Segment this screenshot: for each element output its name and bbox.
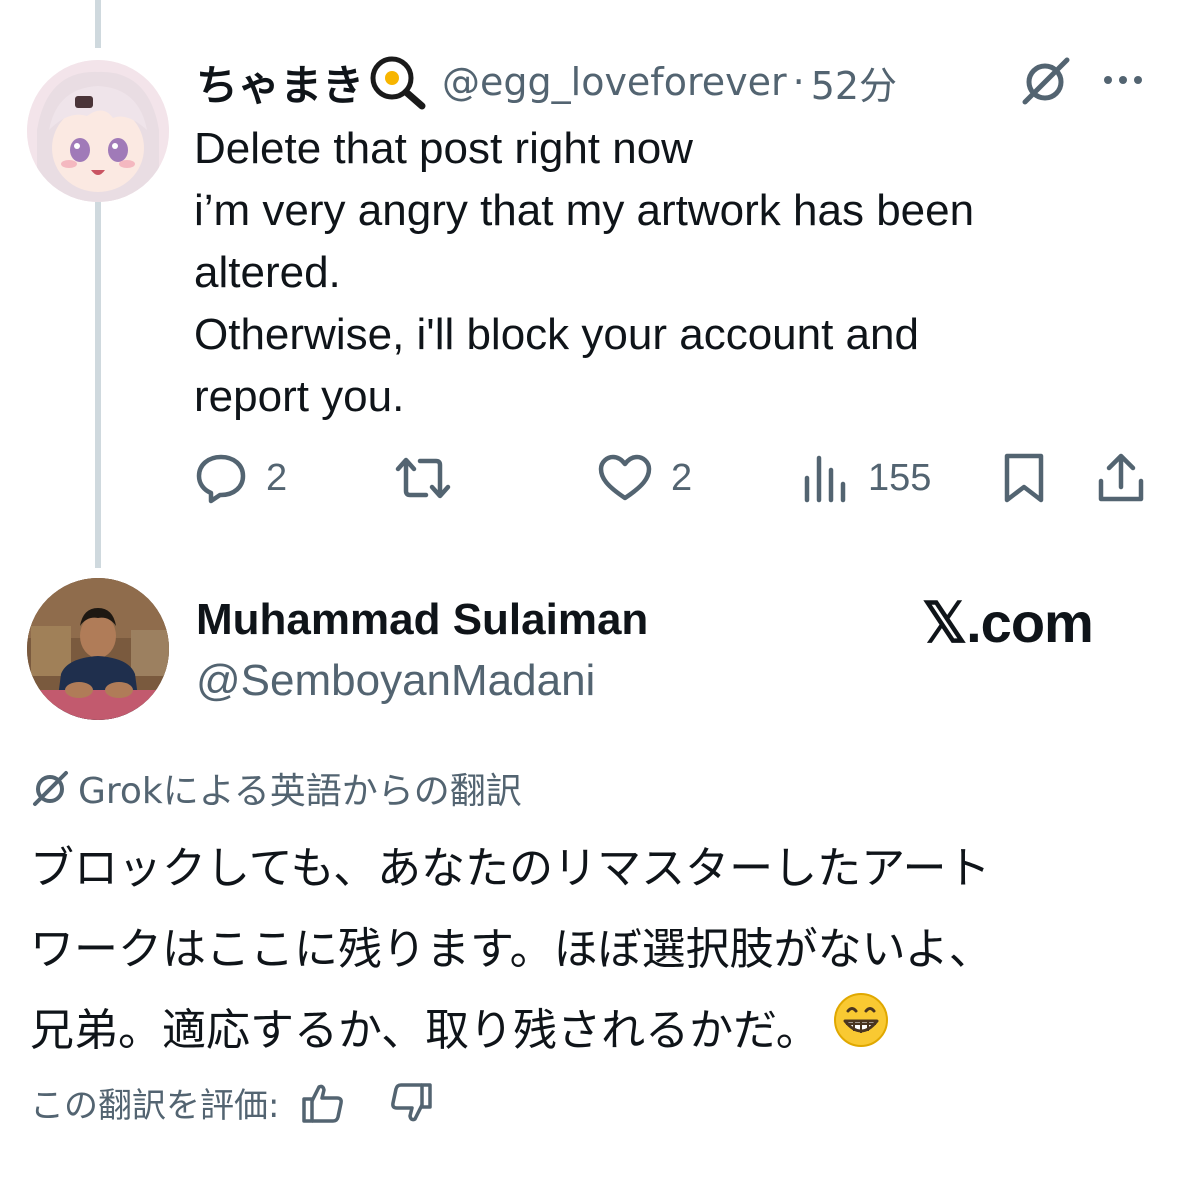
grok-icon [33,771,68,806]
reply-display-name[interactable]: ちゃまき [196,52,364,113]
share-icon [1098,453,1144,502]
share-button[interactable] [1096,440,1146,516]
reply-timestamp[interactable]: 52分 [811,55,897,110]
bookmark-icon [1004,453,1044,503]
reply-text-line: altered. [194,248,341,297]
analytics-icon [804,455,846,503]
grok-translation-label: Grokによる英語からの翻訳 [30,762,522,814]
comment-icon [196,454,246,504]
reply-avatar[interactable] [27,60,169,202]
bookmark-button[interactable] [1000,440,1048,516]
rate-translation: この翻訳を評価: [30,1078,433,1127]
reply-count: 2 [266,456,288,499]
main-display-name[interactable]: Muhammad Sulaiman [196,595,648,645]
repost-icon [395,457,451,499]
reply-text-line: report you. [194,372,405,421]
repost-button[interactable] [392,440,454,516]
grok-icon [1022,57,1070,105]
reply-text-line: Otherwise, i'll block your account and [194,310,919,359]
reply-text: Delete that post right now i’m very angr… [194,118,1154,428]
thumbs-up-button[interactable] [301,1081,345,1125]
separator-dot: · [792,60,805,104]
heart-icon [598,454,652,501]
reply-text-line: i’m very angry that my artwork has been [194,186,975,235]
thread-line-top [95,0,101,48]
translated-line: ワークはここに残ります。ほぼ選択肢がないよ、 [30,924,993,975]
like-button[interactable]: 2 [597,440,692,516]
more-dot-icon [1134,76,1142,84]
more-dot-icon [1104,76,1112,84]
main-avatar[interactable] [27,578,169,720]
translation-source-label: Grokによる英語からの翻訳 [78,771,522,812]
rate-translation-label: この翻訳を評価: [30,1086,280,1126]
translated-text: ブロックしても、あなたのリマスターしたアート ワークはここに残ります。ほぼ選択肢… [30,828,1160,1075]
more-options-button[interactable] [1104,76,1142,84]
magnifier-egg-icon [368,54,428,110]
views-button[interactable]: 155 [802,440,931,516]
grinning-face-icon [832,991,890,1075]
like-count: 2 [671,456,693,499]
thumbs-up-icon [302,1084,344,1123]
translated-line: 兄弟。適応するか、取り残されるかだ。 [30,1005,820,1056]
reply-handle[interactable]: @egg_loveforever [442,60,787,104]
views-count: 155 [868,456,932,499]
thumbs-down-icon [391,1082,433,1121]
reply-header: ちゃまき @egg_loveforever · 52分 [196,52,1156,112]
action-bar: 2 2 155 [0,440,1179,516]
more-dot-icon [1119,76,1127,84]
reply-text-line: Delete that post right now [194,124,693,173]
reply-button[interactable]: 2 [194,440,287,516]
main-handle[interactable]: @SemboyanMadani [196,656,595,706]
grok-button[interactable] [1019,56,1073,110]
thumbs-down-button[interactable] [389,1081,433,1125]
xcom-watermark: 𝕏.com [922,591,1094,654]
translated-line: ブロックしても、あなたのリマスターしたアート [30,843,991,894]
translated-line-last: 兄弟。適応するか、取り残されるかだ。 [30,990,1160,1075]
